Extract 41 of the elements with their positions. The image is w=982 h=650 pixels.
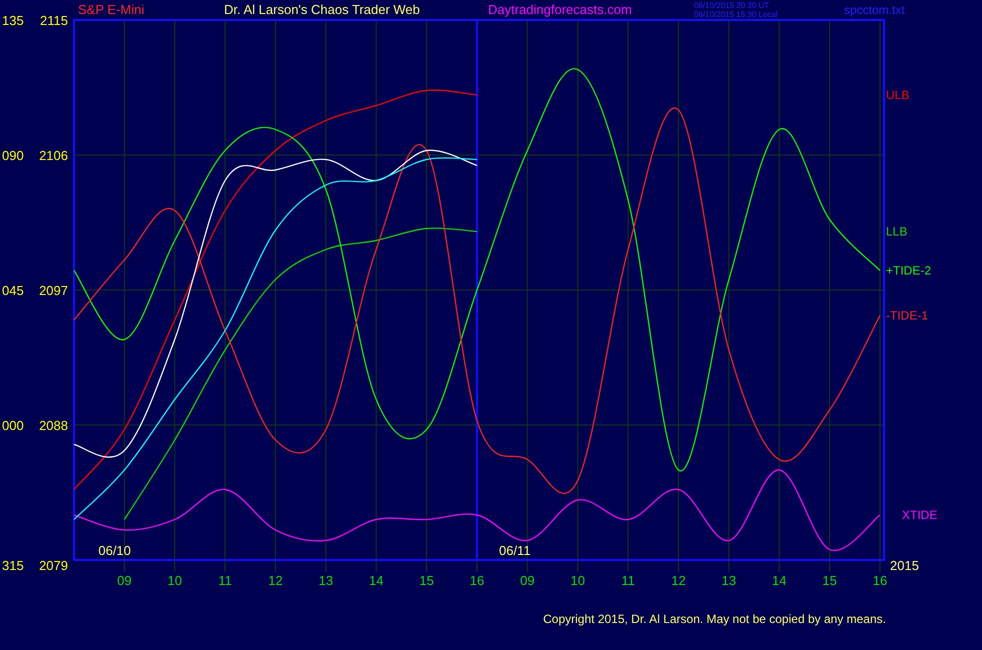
date-label: 06/10: [98, 543, 131, 558]
site-name: Daytradingforecasts.com: [488, 1, 633, 20]
series-label: LLB: [886, 224, 908, 238]
copyright-notice: Copyright 2015, Dr. Al Larson. May not be copied by any means.: [543, 611, 886, 628]
x-tick-label: 16: [470, 573, 484, 588]
series-label: XTIDE: [902, 508, 938, 522]
x-tick-label: 09: [117, 573, 132, 588]
x-tick-label: 13: [318, 573, 334, 588]
x-tick-label: 13: [722, 573, 736, 588]
x-tick-label: 15: [419, 573, 434, 588]
x-tick-label: 11: [218, 573, 232, 588]
y-tick-label: 2097: [39, 283, 68, 298]
x-tick-label: 14: [772, 573, 786, 588]
angle-label: 315: [2, 558, 24, 573]
x-tick-label: 09: [520, 573, 535, 588]
x-tick-label: 14: [369, 573, 384, 588]
year-label: 2015: [890, 558, 919, 573]
y-tick-label: 2106: [39, 148, 68, 163]
x-tick-label: 16: [872, 573, 888, 588]
x-tick-label: 11: [621, 573, 635, 588]
x-tick-label: 15: [822, 573, 837, 588]
x-tick-label: 12: [268, 573, 283, 588]
angle-label: 135: [2, 13, 24, 28]
page-title: Dr. Al Larson's Chaos Trader Web: [224, 1, 421, 20]
y-tick-label: 2088: [39, 418, 68, 433]
file-name: spcctom.txt: [844, 2, 905, 19]
instrument-title: S&P E-Mini: [77, 1, 146, 20]
angle-label: 045: [2, 283, 24, 298]
date-label: 06/11: [498, 543, 531, 558]
timestamp: 06/10/2015 20:30 UT: [694, 1, 770, 10]
angle-label: 000: [2, 418, 24, 433]
angle-label: 090: [2, 148, 24, 163]
x-tick-label: 10: [570, 573, 585, 588]
timestamp: 06/10/2015 15:30 Local: [694, 10, 779, 19]
x-tick-label: 12: [671, 573, 686, 588]
y-tick-label: 2079: [39, 558, 68, 573]
x-tick-label: 10: [168, 573, 182, 588]
series-label: +TIDE-2: [886, 264, 932, 278]
y-tick-label: 2115: [40, 13, 68, 28]
series-label: -TIDE-1: [886, 308, 928, 322]
series-label: ULB: [886, 88, 910, 102]
